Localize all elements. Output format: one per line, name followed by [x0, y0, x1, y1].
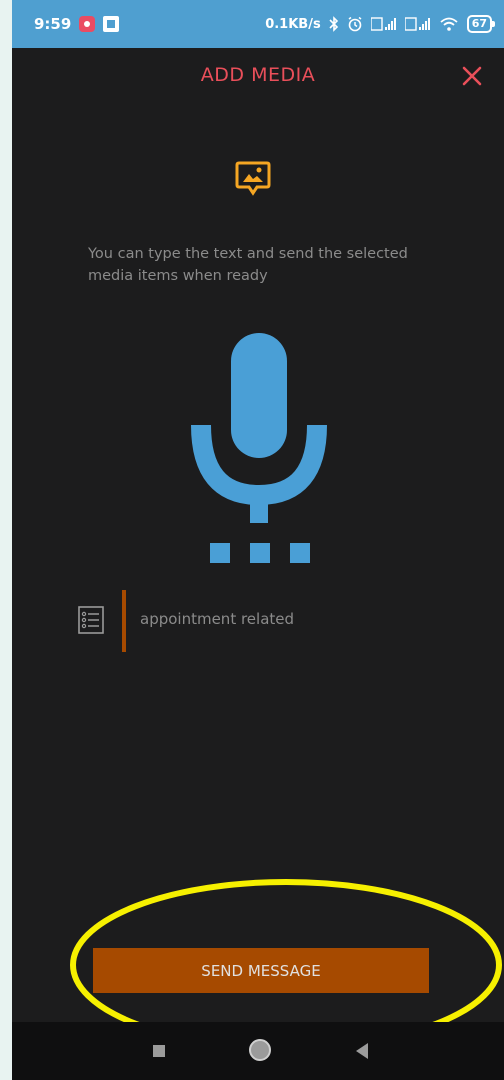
list-icon [78, 606, 104, 638]
status-left: 9:59 [34, 15, 120, 33]
app-icon [103, 16, 120, 32]
signal-icon [404, 16, 431, 32]
status-time: 9:59 [34, 15, 72, 33]
battery-level: 67 [471, 17, 487, 30]
battery-icon: 67 [466, 15, 496, 33]
home-button[interactable] [246, 1036, 274, 1064]
signal-icon [370, 16, 397, 32]
microphone-icon [191, 333, 327, 563]
send-message-button[interactable]: SEND MESSAGE [93, 948, 429, 993]
description-text: You can type the text and send the selec… [88, 246, 408, 284]
notification-icon [79, 16, 96, 32]
back-button[interactable] [350, 1039, 374, 1063]
app-screen: 9:59 0.1KB/s 67 ADD MEDIA You can type t… [12, 0, 504, 1080]
home-icon [249, 1039, 271, 1061]
note-row[interactable]: appointment related [78, 590, 478, 652]
status-right: 0.1KB/s 67 [265, 15, 496, 33]
status-bar: 9:59 0.1KB/s 67 [12, 0, 504, 48]
navigation-bar [12, 1022, 504, 1080]
alarm-icon [347, 16, 363, 32]
microphone-button[interactable] [189, 333, 329, 573]
recents-icon [153, 1045, 165, 1057]
recents-button[interactable] [148, 1040, 170, 1062]
close-button[interactable] [454, 58, 490, 94]
back-icon [356, 1043, 368, 1059]
image-message-icon [235, 160, 271, 202]
note-text[interactable]: appointment related [140, 610, 294, 628]
wifi-icon [439, 16, 459, 32]
bluetooth-icon [329, 16, 339, 32]
network-speed: 0.1KB/s [265, 16, 321, 32]
dialog-title: ADD MEDIA [200, 64, 316, 86]
close-icon [462, 66, 482, 86]
note-divider [122, 590, 126, 652]
